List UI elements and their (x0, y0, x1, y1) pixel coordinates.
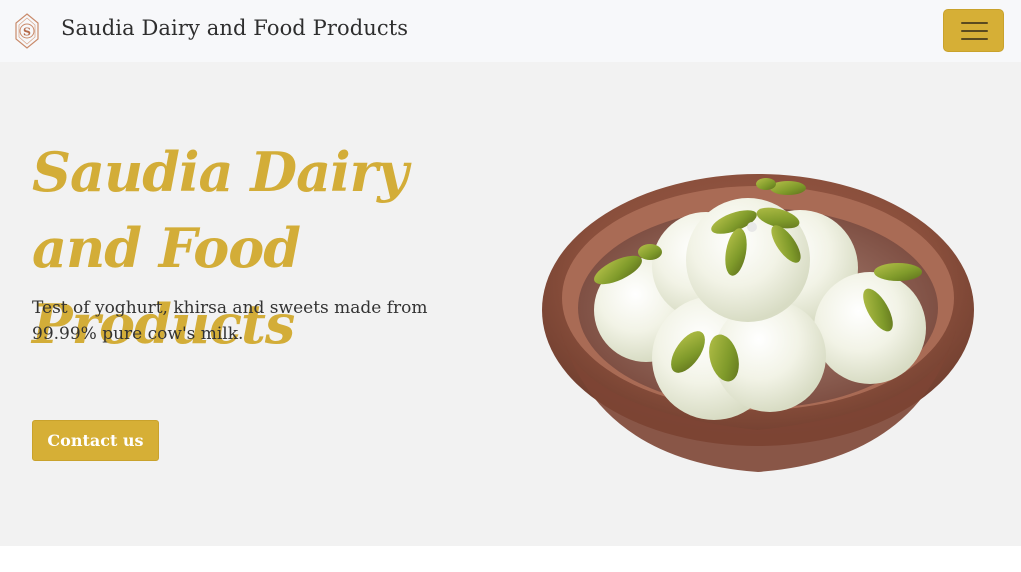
sweets-bowl-image (542, 174, 974, 472)
navbar: S Saudia Dairy and Food Products (0, 0, 1021, 62)
hero-section: Saudia Dairy and Food Products Test of y… (0, 62, 1021, 546)
svg-text:S: S (23, 26, 31, 39)
brand-logo-icon[interactable]: S (14, 13, 40, 49)
brand-name[interactable]: Saudia Dairy and Food Products (61, 16, 408, 40)
menu-toggle-button[interactable] (943, 9, 1004, 52)
hero-description: Test of yoghurt, khirsa and sweets made … (32, 298, 428, 344)
contact-us-button[interactable]: Contact us (32, 420, 159, 461)
